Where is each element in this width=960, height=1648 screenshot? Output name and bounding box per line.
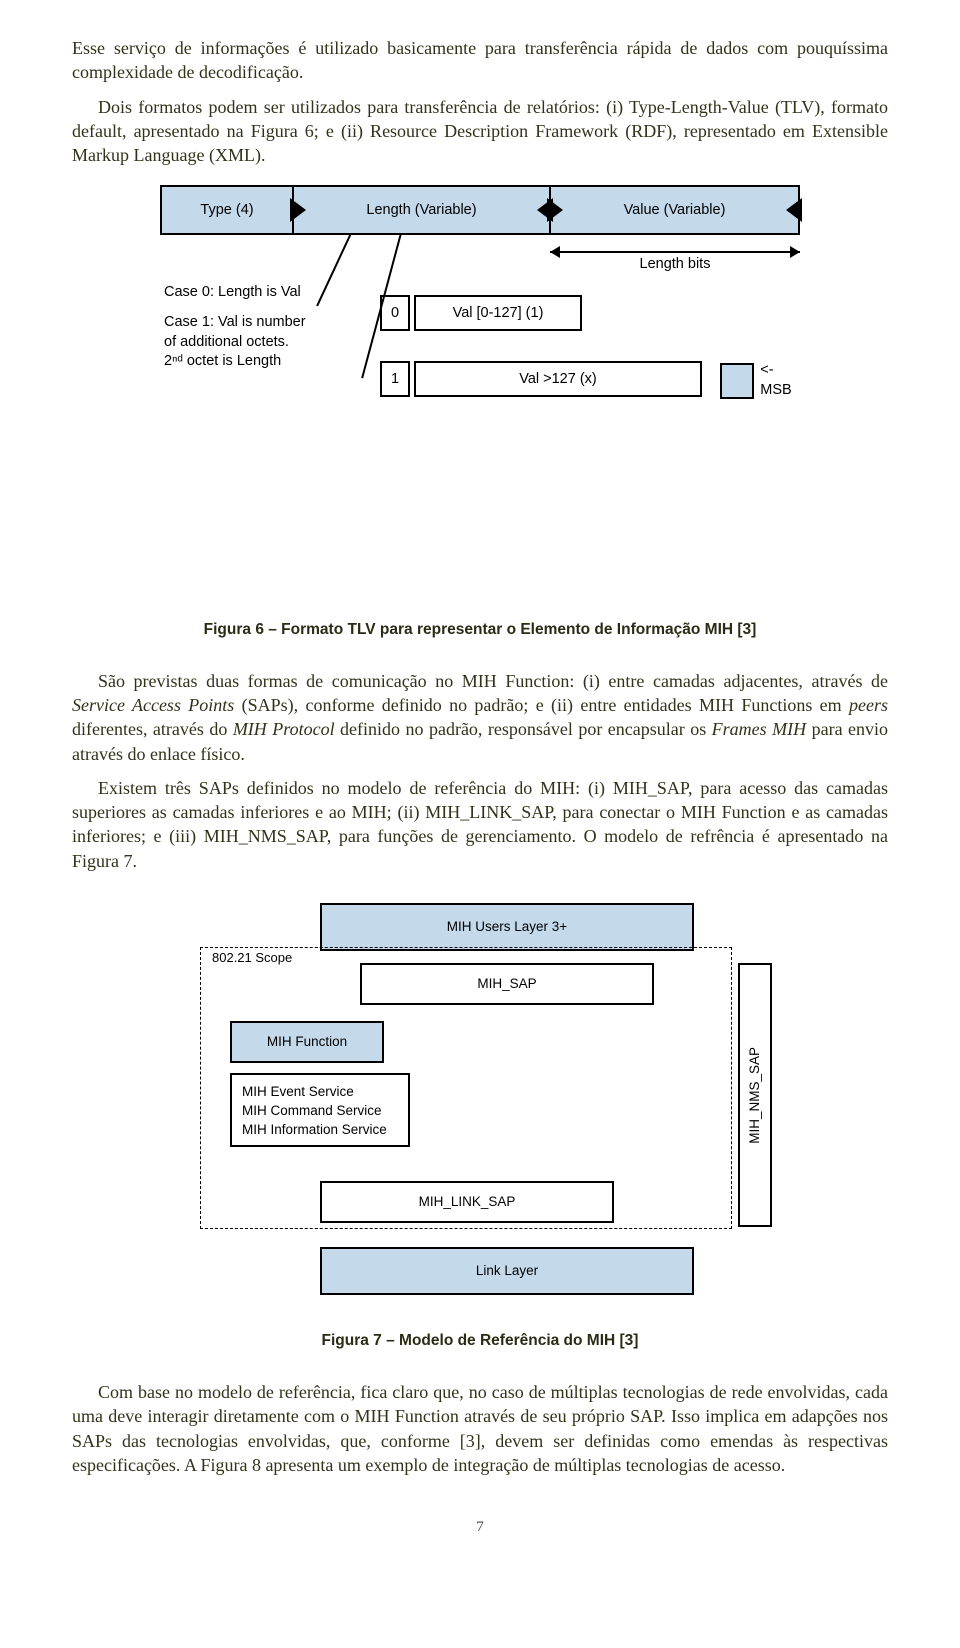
tlv-type-cell: Type (4) [162,187,294,233]
paragraph-4: Existem três SAPs definidos no modelo de… [72,776,888,873]
tlv-value-cell: Value (Variable) [551,187,798,233]
length-bits-dimension: Length bits [550,239,800,267]
page-number: 7 [72,1517,888,1537]
case1-text-b: of additional octets. [164,333,800,353]
link-layer-box: Link Layer [320,1247,694,1295]
p3-italic-sap: Service Access Points [72,695,234,715]
mih-services-box: MIH Event Service MIH Command Service MI… [230,1073,410,1147]
svc-event: MIH Event Service [242,1083,398,1102]
mih-nms-sap-box: MIH_NMS_SAP [738,963,772,1227]
dimension-bar [550,251,800,253]
val-gt127-box: Val >127 (x) [414,361,702,397]
p3-italic-proto: MIH Protocol [233,719,335,739]
p3-part-d: definido no padrão, responsável por enca… [335,719,712,739]
bit-flag-1: 1 [380,361,410,397]
p3-part-b: (SAPs), conforme definido no padrão; e (… [234,695,849,715]
arrow-right-icon [790,246,800,258]
mih-link-sap-box: MIH_LINK_SAP [320,1181,614,1223]
tlv-length-label: Length (Variable) [366,201,476,221]
paragraph-3: São previstas duas formas de comunicação… [72,669,888,766]
paragraph-1: Esse serviço de informações é utilizado … [72,36,888,85]
paragraph-5: Com base no modelo de referência, fica c… [72,1380,888,1477]
scope-label: 802.21 Scope [212,949,292,967]
figure-6-caption: Figura 6 – Formato TLV para representar … [72,620,888,641]
mih-nms-sap-label: MIH_NMS_SAP [746,1047,764,1144]
figure-6-tlv-diagram: Type (4) Length (Variable) Value (Variab… [160,185,800,591]
wedge-left-icon [292,200,306,220]
svc-command: MIH Command Service [242,1102,398,1121]
mih-sap-box: MIH_SAP [360,963,654,1005]
p3-italic-frames: Frames MIH [712,719,806,739]
p3-part-c: diferentes, através do [72,719,233,739]
figure-7-reference-model: MIH Users Layer 3+ 802.21 Scope MIH_SAP … [200,903,760,1303]
tlv-length-cell: Length (Variable) [294,187,551,233]
val-0-127-box: Val [0-127] (1) [414,295,582,331]
length-bits-label: Length bits [640,255,711,275]
mih-function-box: MIH Function [230,1021,384,1063]
tlv-case1-row-small: 0 Val [0-127] (1) [380,295,582,331]
tlv-value-label: Value (Variable) [624,201,726,221]
svc-info: MIH Information Service [242,1121,398,1140]
figure-7-caption: Figura 7 – Modelo de Referência do MIH [… [72,1331,888,1352]
msb-label: <-MSB [760,361,800,400]
bit-flag-0: 0 [380,295,410,331]
p3-italic-peers: peers [849,695,888,715]
msb-indicator: <-MSB [720,361,800,400]
mih-users-layer3-box: MIH Users Layer 3+ [320,903,694,951]
wedge-left-icon [549,200,563,220]
msb-box-icon [720,363,754,399]
wedge-right-icon [786,200,800,220]
tlv-case1-row-large: 1 Val >127 (x) [380,361,702,397]
p3-part-a: São previstas duas formas de comunicação… [98,671,888,691]
tlv-header-row: Type (4) Length (Variable) Value (Variab… [160,185,800,235]
paragraph-2: Dois formatos podem ser utilizados para … [72,95,888,168]
